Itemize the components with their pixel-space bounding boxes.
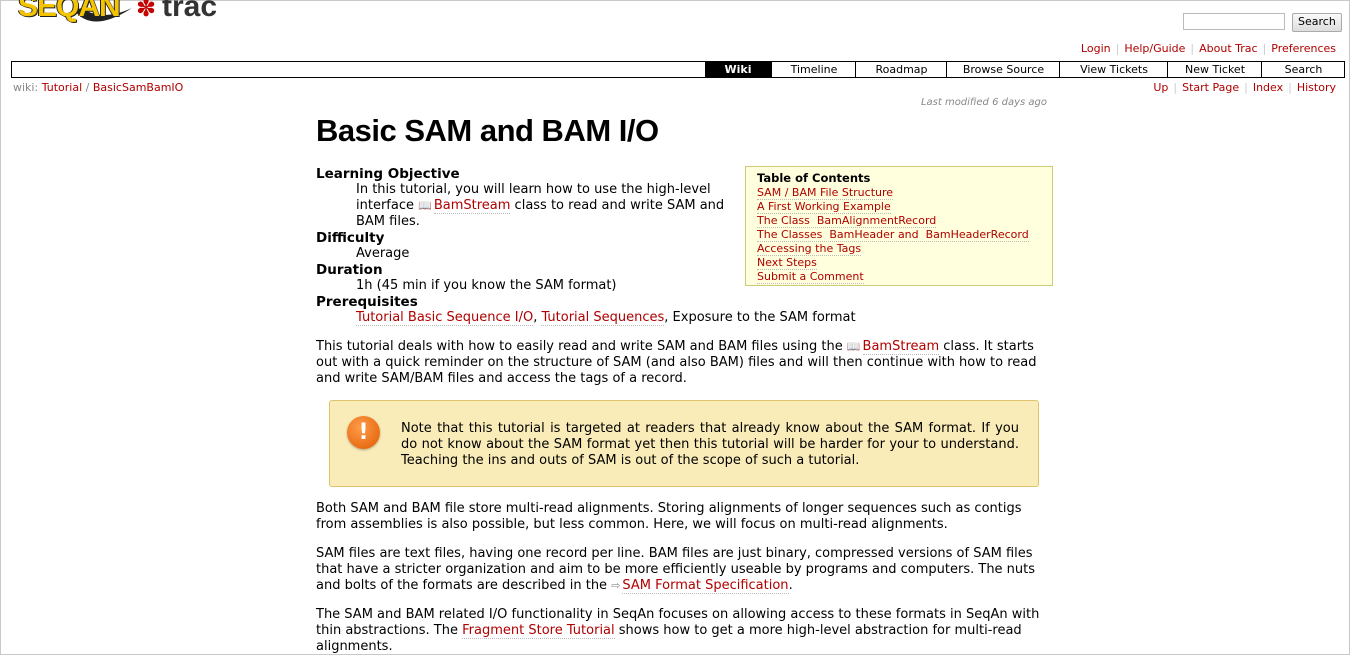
learning-objective-text: In this tutorial, you will learn how to … bbox=[356, 182, 725, 229]
book-icon: 📖 bbox=[418, 199, 432, 212]
toc-item[interactable]: Accessing the Tags bbox=[757, 242, 862, 256]
preferences-link[interactable]: Preferences bbox=[1271, 42, 1336, 55]
breadcrumb: wiki: Tutorial / BasicSamBamIO bbox=[13, 81, 183, 94]
logo-trac-text: trac bbox=[162, 0, 218, 23]
tutorial-info: Learning Objective In this tutorial, you… bbox=[316, 166, 856, 326]
page-title: Basic SAM and BAM I/O bbox=[316, 113, 659, 148]
paragraph-seqan-io: The SAM and BAM related I/O functionalit… bbox=[316, 607, 1040, 654]
paragraph-sam-files: SAM files are text files, having one rec… bbox=[316, 546, 1036, 594]
difficulty-value: Average bbox=[356, 246, 410, 261]
tutorial-sequences-link[interactable]: Tutorial Sequences bbox=[541, 310, 665, 326]
prerequisites-value: Tutorial Basic Sequence I/O, Tutorial Se… bbox=[356, 310, 856, 326]
breadcrumb-prefix: wiki: bbox=[13, 81, 39, 94]
help-guide-link[interactable]: Help/Guide bbox=[1124, 42, 1185, 55]
duration-term: Duration bbox=[316, 262, 383, 278]
ctx-history-link[interactable]: History bbox=[1297, 81, 1336, 94]
sam-format-specification-link[interactable]: SAM Format Specification bbox=[622, 578, 789, 594]
logo-seqan-text: SEQAN bbox=[18, 0, 121, 23]
prerequisites-term: Prerequisites bbox=[316, 294, 418, 310]
nav-tab-roadmap[interactable]: Roadmap bbox=[855, 62, 947, 77]
nav-tab-search[interactable]: Search bbox=[1261, 62, 1345, 77]
table-of-contents: Table of Contents SAM / BAM File Structu… bbox=[745, 166, 1053, 286]
toc-item[interactable]: SAM / BAM File Structure bbox=[757, 186, 894, 200]
tutorial-basic-sequence-io-link[interactable]: Tutorial Basic Sequence I/O bbox=[356, 310, 534, 326]
main-nav: Wiki Timeline Roadmap Browse Source View… bbox=[11, 61, 1345, 78]
about-trac-link[interactable]: About Trac bbox=[1199, 42, 1257, 55]
breadcrumb-basicsambamio[interactable]: BasicSamBamIO bbox=[93, 81, 183, 94]
bamstream-link-2[interactable]: BamStream bbox=[862, 339, 940, 355]
paw-icon: ✽ bbox=[136, 0, 157, 22]
toc-item[interactable]: The Class BamAlignmentRecord bbox=[757, 214, 937, 228]
learning-objective-term: Learning Objective bbox=[316, 166, 460, 182]
warning-note: ! Note that this tutorial is targeted at… bbox=[329, 400, 1039, 487]
warning-note-text: Note that this tutorial is targeted at r… bbox=[401, 421, 1019, 468]
nav-tab-browse-source[interactable]: Browse Source bbox=[946, 62, 1060, 77]
nav-tab-new-ticket[interactable]: New Ticket bbox=[1167, 62, 1262, 77]
last-modified: Last modified 6 days ago bbox=[920, 97, 1047, 108]
fragment-store-tutorial-link[interactable]: Fragment Store Tutorial bbox=[462, 623, 615, 639]
toc-title: Table of Contents bbox=[757, 171, 871, 185]
meta-nav: Login | Help/Guide | About Trac | Preferences bbox=[1080, 42, 1336, 55]
toc-item[interactable]: Next Steps bbox=[757, 256, 817, 270]
login-link[interactable]: Login bbox=[1081, 42, 1111, 55]
toc-item[interactable]: The Classes BamHeader and BamHeaderRecor… bbox=[757, 228, 1029, 242]
search-button[interactable]: Search bbox=[1292, 13, 1342, 32]
search-input[interactable] bbox=[1183, 13, 1285, 30]
toc-item[interactable]: A First Working Example bbox=[757, 200, 891, 214]
context-nav: Up | Start Page | Index | History bbox=[1153, 81, 1336, 94]
exclamation-icon: ! bbox=[347, 416, 380, 449]
bamstream-link[interactable]: BamStream bbox=[433, 198, 511, 214]
book-icon: 📖 bbox=[846, 340, 861, 353]
ctx-start-page-link[interactable]: Start Page bbox=[1182, 81, 1239, 94]
paragraph-sam-bam-store: Both SAM and BAM file store multi-read a… bbox=[316, 501, 1022, 532]
nav-tab-timeline[interactable]: Timeline bbox=[771, 62, 856, 77]
nav-tab-wiki[interactable]: Wiki bbox=[705, 62, 771, 77]
toc-item[interactable]: Submit a Comment bbox=[757, 270, 864, 284]
breadcrumb-separator: / bbox=[85, 81, 90, 94]
ctx-up-link[interactable]: Up bbox=[1153, 81, 1168, 94]
nav-tab-view-tickets[interactable]: View Tickets bbox=[1059, 62, 1168, 77]
breadcrumb-tutorial[interactable]: Tutorial bbox=[42, 81, 82, 94]
difficulty-term: Difficulty bbox=[316, 230, 385, 246]
external-link-icon: ⇨ bbox=[611, 579, 621, 592]
ctx-index-link[interactable]: Index bbox=[1253, 81, 1283, 94]
intro-paragraph: This tutorial deals with how to easily r… bbox=[316, 339, 1037, 386]
